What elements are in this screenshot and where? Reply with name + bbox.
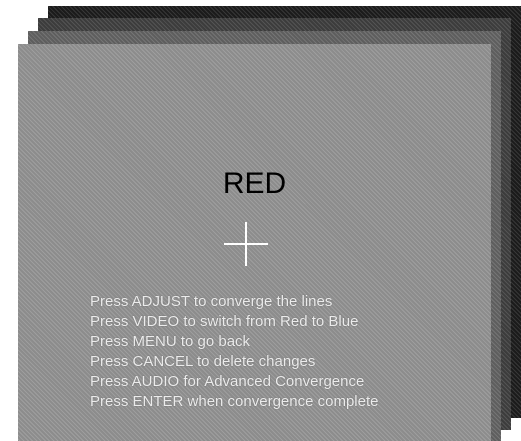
convergence-crosshair-icon [224, 222, 268, 266]
instruction-cancel: Press CANCEL to delete changes [90, 353, 316, 370]
instruction-list: Press ADJUST to converge the lines Press… [90, 292, 378, 412]
convergence-color-label: RED [222, 167, 287, 200]
instruction-adjust: Press ADJUST to converge the lines [90, 293, 333, 310]
instruction-enter: Press ENTER when convergence complete [90, 393, 379, 410]
convergence-screen: RED Press ADJUST to converge the lines P… [0, 0, 521, 441]
instruction-video: Press VIDEO to switch from Red to Blue [90, 313, 359, 330]
instruction-audio: Press AUDIO for Advanced Convergence [90, 373, 365, 390]
instruction-menu: Press MENU to go back [90, 333, 251, 350]
crosshair-vertical-line [245, 222, 247, 266]
